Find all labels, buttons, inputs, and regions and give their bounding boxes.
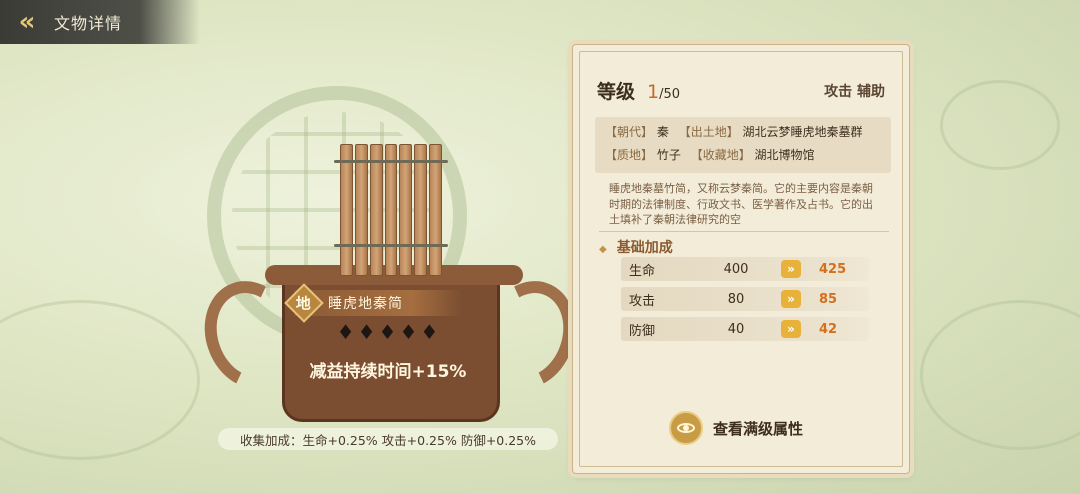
artifact-name: 睡虎地秦简	[328, 296, 403, 312]
eye-icon	[669, 411, 703, 445]
origin-key: 【出土地】	[678, 125, 739, 139]
collect-bonus: 收集加成：生命+0.25% 攻击+0.25% 防御+0.25%	[218, 428, 558, 450]
back-button[interactable]: «	[0, 0, 54, 44]
cloud-decoration	[920, 300, 1080, 450]
view-max-level-button[interactable]: 查看满级属性	[669, 411, 803, 445]
base-bonus-title: ◆ 基础加成	[599, 240, 673, 256]
role-tags: 攻击 辅助	[824, 84, 885, 100]
stat-name: 生命	[629, 263, 656, 279]
stat-row-defense: 防御 40 » 42	[621, 317, 869, 341]
artifact-meta: 【朝代】 秦 【出土地】 湖北云梦睡虎地秦墓群 【质地】 竹子 【收藏地】 湖北…	[595, 117, 891, 173]
diamond-bullet-icon: ◆	[599, 244, 607, 255]
museum-value: 湖北博物馆	[754, 148, 815, 162]
page-title: 文物详情	[54, 14, 123, 33]
double-arrow-icon: »	[781, 320, 801, 338]
artifact-description[interactable]: 睡虎地秦墓竹简，又称云梦秦简。它的主要内容是秦朝时期的法律制度、行政文书、医学著…	[609, 181, 881, 227]
stat-next: 425	[819, 261, 847, 277]
slip-cord	[334, 160, 448, 163]
bamboo-slips-image	[340, 144, 443, 276]
material-key: 【质地】	[605, 148, 654, 162]
info-panel: 等级 1 /50 攻击 辅助 【朝代】 秦 【出土地】 湖北云梦睡虎地秦墓群 【…	[572, 44, 910, 474]
double-arrow-icon: »	[781, 290, 801, 308]
origin-value: 湖北云梦睡虎地秦墓群	[742, 125, 863, 139]
level-label: 等级	[597, 81, 636, 103]
artifact-name-banner: 地 睡虎地秦简	[284, 283, 462, 323]
level-max: /50	[659, 87, 681, 102]
cloud-decoration	[0, 300, 200, 460]
level-current: 1	[647, 81, 660, 103]
dynasty-key: 【朝代】	[605, 125, 654, 139]
stat-row-hp: 生命 400 » 425	[621, 257, 869, 281]
level-row: 等级 1 /50	[597, 77, 680, 104]
cloud-decoration	[940, 80, 1060, 170]
material-value: 竹子	[656, 148, 681, 162]
stat-next: 85	[819, 291, 838, 307]
divider	[599, 231, 889, 232]
stat-current: 400	[723, 261, 749, 277]
stat-current: 40	[727, 321, 745, 337]
double-arrow-icon: »	[781, 260, 801, 278]
stat-row-attack: 攻击 80 » 85	[621, 287, 869, 311]
view-max-level-label: 查看满级属性	[713, 419, 804, 438]
stat-name: 防御	[629, 323, 656, 339]
chevron-left-icon: «	[18, 7, 36, 37]
artifact-effect: 减益持续时间+15%	[309, 362, 467, 382]
slip-cord	[334, 244, 448, 247]
stat-next: 42	[819, 321, 838, 337]
stat-current: 80	[727, 291, 745, 307]
top-bar: « 文物详情	[0, 0, 200, 44]
artifact-display: 地 睡虎地秦简 ♦♦♦♦♦ 减益持续时间+15%	[189, 120, 591, 440]
star-rating: ♦♦♦♦♦	[336, 320, 442, 344]
museum-key: 【收藏地】	[690, 148, 751, 162]
dynasty-value: 秦	[656, 125, 669, 139]
stat-name: 攻击	[629, 293, 656, 309]
